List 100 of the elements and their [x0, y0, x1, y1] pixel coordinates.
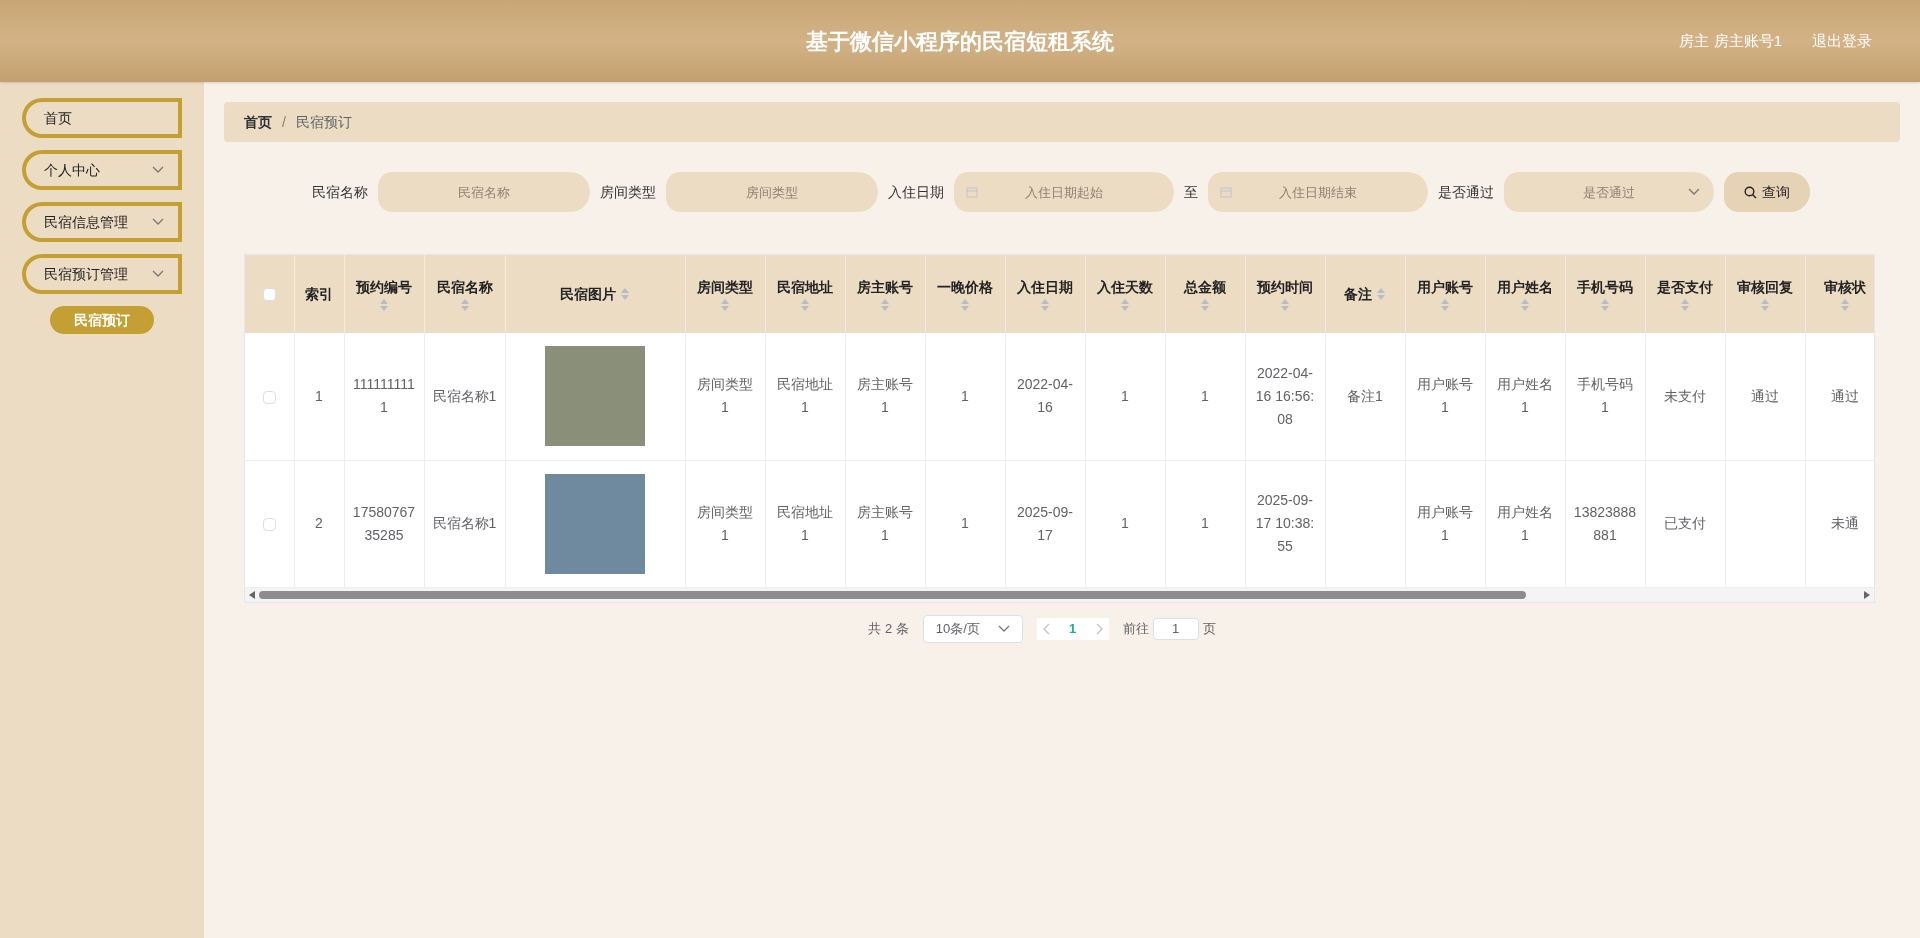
column-header[interactable]: 民宿图片	[560, 283, 616, 305]
checkbox[interactable]	[262, 390, 276, 404]
sidebar-item[interactable]: 首页	[22, 98, 182, 138]
sort-icon[interactable]	[1600, 298, 1610, 312]
table-cell: 未通	[1831, 515, 1859, 531]
breadcrumb-separator: /	[282, 112, 286, 132]
table-cell: 2	[315, 515, 323, 531]
page-size-select[interactable]: 10条/页	[922, 614, 1023, 643]
table-cell: 用户姓名1	[1497, 376, 1553, 416]
column-header[interactable]: 审核回复	[1737, 276, 1793, 298]
sort-icon[interactable]	[1200, 298, 1210, 312]
search-icon	[1744, 185, 1757, 199]
chevron-right-icon[interactable]	[1094, 622, 1103, 635]
chevron-down-icon	[1688, 188, 1700, 196]
column-header[interactable]: 是否支付	[1657, 276, 1713, 298]
select-field[interactable]: 是否通过	[1504, 172, 1714, 212]
column-header[interactable]: 房间类型	[697, 276, 753, 298]
date-field[interactable]: 入住日期结束	[1208, 172, 1428, 212]
sort-icon[interactable]	[800, 298, 810, 312]
sort-icon[interactable]	[379, 298, 389, 312]
column-header[interactable]: 房主账号	[857, 276, 913, 298]
user-label: 房主 房主账号1	[1679, 30, 1782, 51]
column-header[interactable]: 民宿地址	[777, 276, 833, 298]
sort-icon[interactable]	[1440, 298, 1450, 312]
checkbox[interactable]	[262, 288, 276, 302]
column-header[interactable]: 预约编号	[356, 276, 412, 298]
scroll-right-icon[interactable]	[1864, 590, 1870, 599]
table-cell: 通过	[1751, 387, 1779, 404]
table-cell: 房间类型1	[697, 503, 753, 543]
sort-icon[interactable]	[720, 298, 730, 312]
field-label: 入住日期	[888, 182, 944, 202]
table-cell: 未支付	[1664, 387, 1706, 404]
input-field[interactable]: 房间类型	[666, 172, 878, 212]
column-header[interactable]: 手机号码	[1577, 276, 1633, 298]
table-cell: 民宿名称1	[432, 387, 497, 404]
table-cell: 2025-09-17	[1016, 503, 1073, 543]
column-header[interactable]: 入住天数	[1097, 276, 1153, 298]
sidebar-item[interactable]: 民宿预订管理	[22, 254, 182, 294]
table-cell: 房主账号1	[857, 376, 913, 416]
column-header[interactable]: 入住日期	[1017, 276, 1073, 298]
table-cell: 房间类型1	[697, 376, 753, 416]
scroll-left-icon[interactable]	[249, 590, 255, 599]
search-button[interactable]: 查询	[1724, 172, 1810, 212]
column-header[interactable]: 总金额	[1184, 276, 1226, 298]
table-cell: 1758076735285	[352, 503, 416, 543]
calendar-icon	[966, 186, 978, 198]
sort-icon[interactable]	[1040, 298, 1050, 312]
input-field[interactable]: 民宿名称	[378, 172, 590, 212]
table-cell: 1111111111	[353, 376, 415, 416]
table-cell: 1	[315, 387, 323, 404]
page-input[interactable]: 1	[1152, 617, 1199, 640]
column-header[interactable]: 备注	[1344, 283, 1372, 305]
column-header[interactable]: 用户账号	[1417, 276, 1473, 298]
sort-icon[interactable]	[1376, 287, 1386, 301]
sort-icon[interactable]	[1840, 298, 1850, 312]
sort-icon[interactable]	[1520, 298, 1530, 312]
page-suffix: 页	[1202, 619, 1216, 638]
table-cell: 民宿名称1	[432, 515, 497, 531]
goto-label: 前往	[1122, 619, 1149, 638]
field-label: 是否通过	[1438, 182, 1494, 202]
table-cell: 已支付	[1664, 515, 1706, 531]
checkbox[interactable]	[262, 517, 276, 531]
date-field[interactable]: 入住日期起始	[954, 172, 1174, 212]
column-header[interactable]: 一晚价格	[937, 276, 993, 298]
table-cell: 民宿地址1	[777, 503, 833, 543]
sort-icon[interactable]	[459, 298, 470, 312]
total-count: 共 2 条	[868, 619, 909, 638]
sort-icon[interactable]	[1120, 298, 1130, 312]
table-cell: 1	[961, 515, 969, 531]
table-cell: 房主账号1	[857, 503, 913, 543]
table-cell: 民宿地址1	[777, 376, 833, 416]
column-header[interactable]: 索引	[305, 283, 333, 305]
table-cell: 1	[1201, 387, 1209, 404]
table-cell: 2022-04-16 16:56:08	[1255, 364, 1315, 427]
chevron-down-icon	[997, 624, 1010, 633]
table-cell: 用户姓名1	[1497, 503, 1553, 543]
table-cell: 13823888881	[1573, 503, 1637, 543]
breadcrumb-link[interactable]: 民宿预订	[295, 111, 352, 133]
sort-icon[interactable]	[960, 298, 970, 312]
sidebar-item[interactable]: 民宿信息管理	[22, 202, 182, 242]
table-cell: 用户账号1	[1417, 376, 1473, 416]
table-cell: 1	[961, 387, 969, 404]
breadcrumb-link[interactable]: 首页	[244, 111, 272, 133]
table-cell: 手机号码1	[1577, 376, 1633, 416]
field-label: 房间类型	[600, 182, 656, 202]
table-cell: 通过	[1831, 387, 1859, 404]
sort-icon[interactable]	[880, 298, 890, 312]
column-header[interactable]: 预约时间	[1257, 276, 1313, 298]
sidebar-item[interactable]: 个人中心	[22, 150, 182, 190]
column-header[interactable]: 用户姓名	[1497, 276, 1553, 298]
sort-icon[interactable]	[1760, 298, 1770, 312]
table-cell: 2022-04-16	[1016, 376, 1073, 416]
chevron-left-icon[interactable]	[1042, 622, 1051, 635]
column-header[interactable]: 审核状	[1824, 276, 1866, 298]
sort-icon[interactable]	[1680, 298, 1690, 312]
table-cell: 1	[1121, 515, 1129, 531]
sort-icon[interactable]	[1280, 298, 1290, 312]
calendar-icon	[1220, 186, 1232, 198]
column-header[interactable]: 民宿名称	[436, 276, 493, 298]
sort-icon[interactable]	[620, 287, 630, 301]
